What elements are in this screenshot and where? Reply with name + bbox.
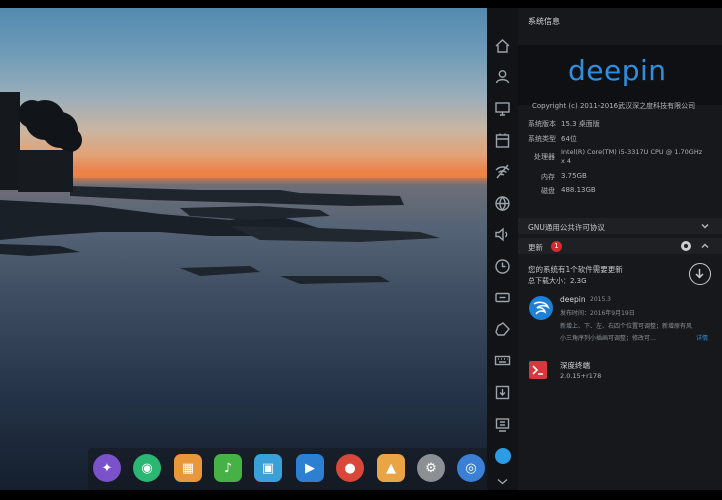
update-icon[interactable] bbox=[494, 384, 511, 401]
music-icon[interactable]: ♪ bbox=[214, 454, 242, 482]
sound-icon[interactable] bbox=[494, 226, 511, 243]
globe-icon[interactable] bbox=[494, 195, 511, 212]
info-value-memory: 3.75GB bbox=[561, 172, 587, 180]
mouse-icon[interactable] bbox=[494, 321, 511, 338]
avatar[interactable] bbox=[495, 448, 511, 464]
box-icon[interactable]: ▣ bbox=[254, 454, 282, 482]
desktop-screen: ✦ ◉ ▦ ♪ ▣ ▶ ● ▲ ⚙ ◎ 系统信息 deepin Copyright (c) 201… bbox=[0, 0, 722, 500]
home-icon[interactable] bbox=[494, 37, 511, 54]
keyboard-icon[interactable] bbox=[494, 352, 511, 369]
terminal-app-icon bbox=[528, 360, 548, 380]
shop-icon[interactable]: ▦ bbox=[174, 454, 202, 482]
chevron-down-icon[interactable] bbox=[494, 473, 511, 485]
system-info-panel: 系统信息 deepin Copyright (c) 2011-2016武汉深之度… bbox=[518, 8, 722, 490]
display-icon[interactable] bbox=[494, 100, 511, 117]
info-label-type: 系统类型 bbox=[528, 135, 556, 143]
info-label-cpu: 处理器 bbox=[534, 153, 555, 161]
user-icon[interactable] bbox=[494, 68, 511, 85]
update-section[interactable] bbox=[518, 238, 722, 254]
info-value-disk: 488.13GB bbox=[561, 186, 596, 194]
app-release-date: 发布时间：2016年9月19日 bbox=[560, 310, 635, 317]
info-label-memory: 内存 bbox=[541, 173, 555, 181]
calendar-icon[interactable] bbox=[494, 132, 511, 149]
image-icon[interactable]: ▲ bbox=[377, 454, 405, 482]
info-label-version: 系统版本 bbox=[528, 120, 556, 128]
chevron-up-icon[interactable] bbox=[701, 242, 709, 250]
app-version-deepin: 2015.3 bbox=[590, 296, 611, 303]
clock-icon[interactable] bbox=[494, 258, 511, 275]
update-download-size: 总下载大小：2.3G bbox=[528, 277, 587, 285]
control-center-nav bbox=[487, 8, 518, 490]
info-value-type: 64位 bbox=[561, 135, 577, 143]
deepin-logo: deepin bbox=[568, 54, 667, 87]
chevron-down-icon[interactable] bbox=[701, 222, 709, 230]
details-link[interactable]: 详情 bbox=[696, 333, 708, 342]
control-center-icon[interactable]: ◎ bbox=[457, 454, 485, 482]
video-icon[interactable]: ▶ bbox=[296, 454, 324, 482]
app-desc-line-2: 小三角序列小插画可调整；修改可… bbox=[560, 335, 657, 342]
app-name-terminal: 深度终端 bbox=[560, 361, 590, 370]
app-store-icon[interactable]: ◉ bbox=[133, 454, 161, 482]
settings-icon[interactable]: ⚙ bbox=[417, 454, 445, 482]
bottom-border bbox=[0, 490, 722, 500]
update-title: 更新 bbox=[528, 243, 543, 252]
power-icon[interactable] bbox=[494, 289, 511, 306]
deepin-app-icon bbox=[528, 295, 554, 321]
info-label-disk: 磁盘 bbox=[541, 187, 555, 195]
info-value-version: 15.3 桌面版 bbox=[561, 120, 600, 128]
system-info-icon[interactable] bbox=[494, 416, 511, 433]
license-label: GNU通用公共许可协议 bbox=[528, 223, 605, 232]
download-button[interactable] bbox=[689, 263, 711, 285]
launcher-icon[interactable]: ✦ bbox=[93, 454, 121, 482]
update-summary: 您的系统有1个软件需要更新 bbox=[528, 265, 623, 274]
network-icon[interactable] bbox=[494, 163, 511, 180]
gear-icon[interactable] bbox=[681, 241, 691, 251]
app-desc-line-1: 新增上、下、左、右四个位置可调整；新增原有风 bbox=[560, 323, 693, 330]
panel-title: 系统信息 bbox=[528, 17, 560, 26]
info-value-cpu: Intel(R) Core(TM) i5-3317U CPU @ 1.70GHz bbox=[561, 148, 703, 156]
chrome-icon[interactable]: ● bbox=[336, 454, 364, 482]
info-value-cpu-count: x 4 bbox=[561, 157, 572, 165]
wallpaper-scenery bbox=[0, 92, 487, 284]
app-name-deepin: deepin bbox=[560, 295, 586, 304]
copyright-text: Copyright (c) 2011-2016武汉深之度科技有限公司 bbox=[532, 102, 696, 110]
app-version-terminal: 2.0.15+r178 bbox=[560, 372, 602, 380]
update-count-badge: 1 bbox=[551, 241, 562, 252]
top-border bbox=[0, 0, 722, 8]
